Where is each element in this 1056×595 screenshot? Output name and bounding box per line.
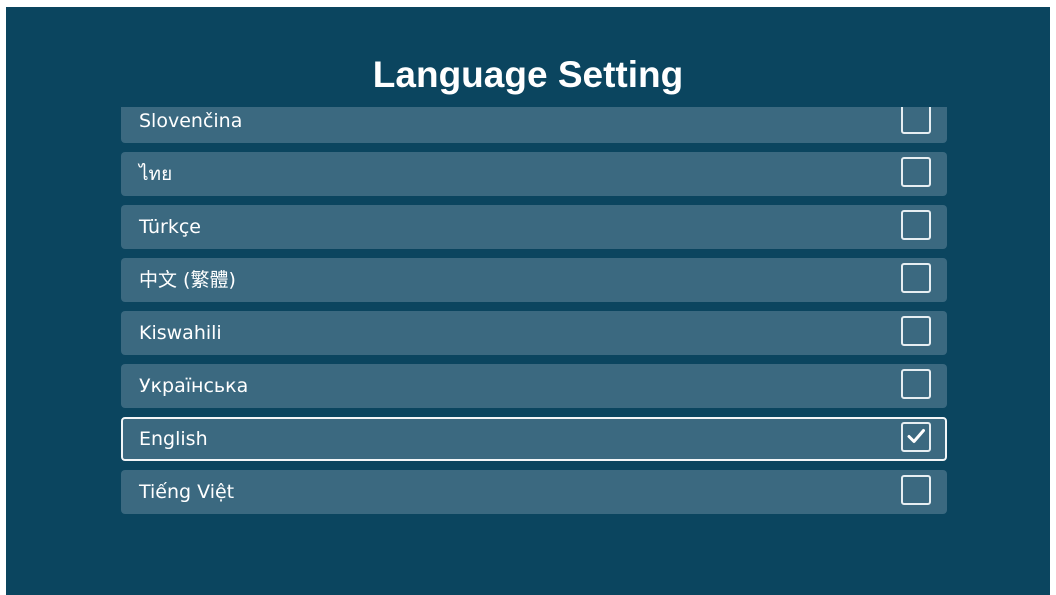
language-option-ukrainian[interactable]: Українська	[121, 364, 947, 408]
language-label: Slovenčina	[139, 110, 243, 132]
language-option-chinese-traditional[interactable]: 中文 (繁體)	[121, 258, 947, 302]
language-setting-screen: Language Setting Slovenčina ไทย Türkçe 中…	[6, 7, 1050, 595]
language-option-vietnamese[interactable]: Tiếng Việt	[121, 470, 947, 514]
language-label: Türkçe	[139, 216, 201, 238]
checkbox[interactable]	[901, 316, 931, 346]
checkmark-icon	[907, 429, 925, 443]
language-option-turkish[interactable]: Türkçe	[121, 205, 947, 249]
language-label: 中文 (繁體)	[139, 269, 236, 291]
language-label: Tiếng Việt	[139, 481, 235, 503]
checkbox[interactable]	[901, 263, 931, 293]
checkbox[interactable]	[901, 475, 931, 505]
language-option-english[interactable]: English	[121, 417, 947, 461]
language-list[interactable]: Slovenčina ไทย Türkçe 中文 (繁體) Kiswahili …	[121, 107, 947, 517]
language-option-thai[interactable]: ไทย	[121, 152, 947, 196]
language-label: Kiswahili	[139, 322, 222, 344]
language-option-slovencina[interactable]: Slovenčina	[121, 107, 947, 143]
language-label: English	[139, 428, 208, 450]
checkbox-checked[interactable]	[901, 422, 931, 452]
page-title: Language Setting	[372, 54, 684, 95]
language-option-kiswahili[interactable]: Kiswahili	[121, 311, 947, 355]
language-label: Українська	[139, 375, 249, 397]
checkbox[interactable]	[901, 107, 931, 134]
checkbox[interactable]	[901, 369, 931, 399]
checkbox[interactable]	[901, 157, 931, 187]
language-label: ไทย	[139, 163, 173, 185]
checkbox[interactable]	[901, 210, 931, 240]
